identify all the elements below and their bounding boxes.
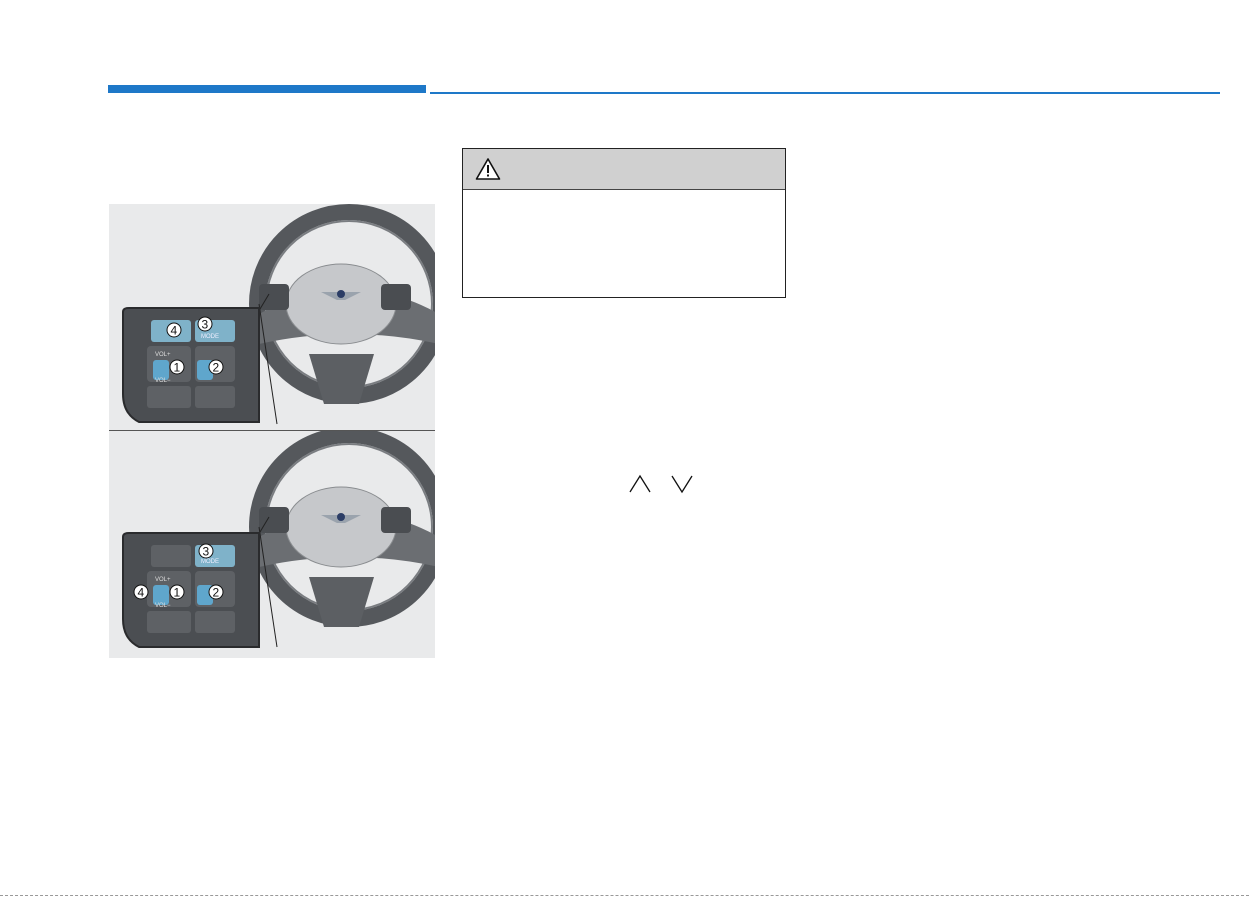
- callout-1: 1: [169, 584, 185, 600]
- header-rule: [430, 92, 1220, 94]
- steering-wheel-figure-top: VOL+ VOL− MODE 1 2 3 4: [109, 204, 435, 430]
- caution-header: [463, 149, 785, 190]
- up-chevron-icon: [629, 474, 651, 493]
- svg-text:3: 3: [203, 545, 210, 559]
- vol-plus-label: VOL+: [155, 577, 171, 583]
- down-chevron-icon: [671, 475, 693, 494]
- svg-text:4: 4: [171, 324, 178, 338]
- steering-wheel-illustration: [249, 204, 435, 404]
- svg-text:2: 2: [213, 586, 220, 600]
- vol-plus-label: VOL+: [155, 352, 171, 358]
- steering-wheel-illustration: [249, 431, 435, 627]
- page-bottom-rule: [0, 895, 1249, 896]
- svg-text:1: 1: [174, 361, 181, 375]
- control-closeup: VOL+ VOL− MODE 1 2 3 4: [122, 516, 278, 648]
- svg-text:3: 3: [202, 318, 209, 332]
- mode-label: MODE: [201, 334, 219, 340]
- callout-2: 2: [208, 359, 224, 375]
- callout-4: 4: [133, 584, 149, 600]
- svg-text:4: 4: [138, 586, 145, 600]
- svg-text:2: 2: [213, 361, 220, 375]
- vol-minus-label: VOL−: [155, 378, 171, 384]
- callout-1: 1: [169, 359, 185, 375]
- svg-text:1: 1: [174, 586, 181, 600]
- control-closeup: VOL+ VOL− MODE 1 2 3 4: [122, 293, 278, 425]
- callout-3: 3: [197, 316, 213, 332]
- mode-label: MODE: [201, 559, 219, 565]
- warning-triangle-icon: [475, 158, 501, 180]
- vol-minus-label: VOL−: [155, 603, 171, 609]
- callout-2: 2: [208, 584, 224, 600]
- caution-box: [462, 148, 786, 298]
- steering-wheel-figure-bottom: VOL+ VOL− MODE 1 2 3 4: [109, 431, 435, 658]
- callout-3: 3: [198, 543, 214, 559]
- callout-4: 4: [166, 322, 182, 338]
- header-accent-bar: [108, 85, 426, 93]
